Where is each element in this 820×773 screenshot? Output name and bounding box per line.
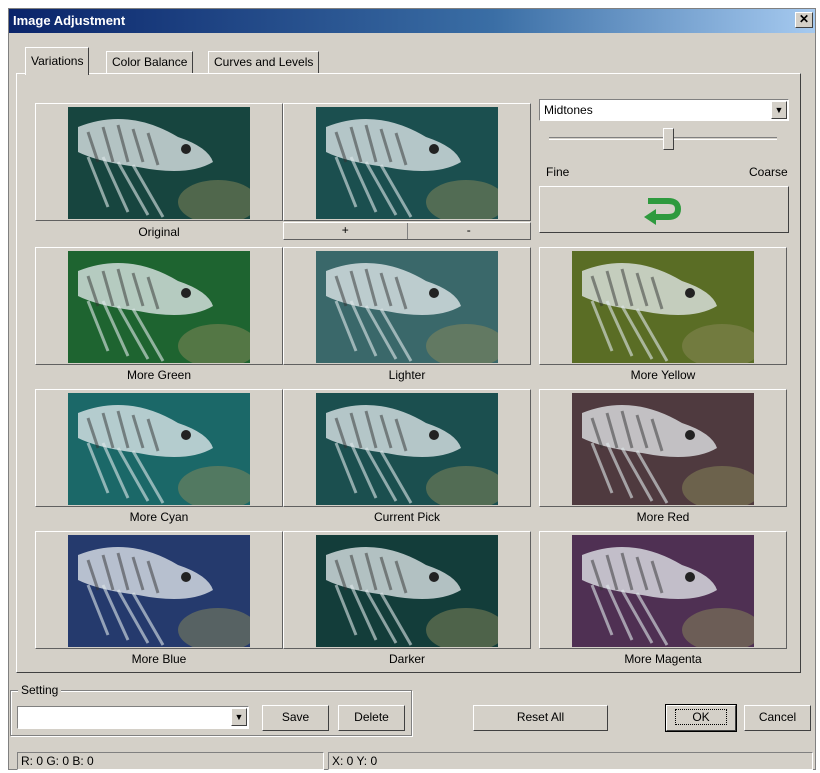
status-xy: X: 0 Y: 0 (328, 752, 813, 770)
setting-combo[interactable]: ▼ (17, 706, 249, 729)
setting-group-label: Setting (18, 683, 62, 697)
cancel-button[interactable]: Cancel (744, 705, 811, 731)
ok-button[interactable]: OK (665, 704, 737, 732)
save-button[interactable]: Save (262, 705, 329, 731)
title-bar[interactable]: Image Adjustment ✕ (9, 9, 815, 33)
variations-panel (16, 73, 801, 673)
close-icon: ✕ (798, 12, 810, 26)
close-button[interactable]: ✕ (795, 12, 813, 28)
tab-curves-and-levels[interactable]: Curves and Levels (208, 51, 320, 74)
chevron-down-icon[interactable]: ▼ (231, 708, 247, 726)
status-rgb: R: 0 G: 0 B: 0 (17, 752, 324, 770)
ok-label: OK (675, 709, 727, 725)
window-title: Image Adjustment (13, 13, 126, 28)
reset-all-button[interactable]: Reset All (473, 705, 608, 731)
tab-variations[interactable]: Variations (25, 47, 90, 75)
delete-button[interactable]: Delete (338, 705, 405, 731)
tab-color-balance[interactable]: Color Balance (106, 51, 194, 74)
